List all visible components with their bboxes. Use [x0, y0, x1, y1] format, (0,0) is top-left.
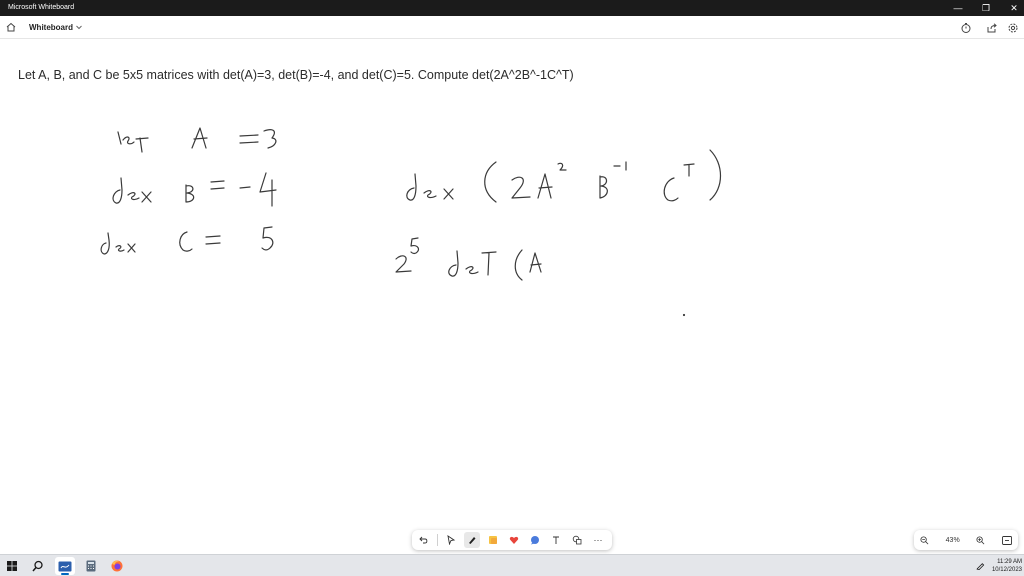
restore-icon: ❐: [981, 2, 991, 13]
ink-line-det-expression: [406, 149, 722, 203]
chevron-down-icon[interactable]: [75, 23, 83, 31]
minimize-button[interactable]: —: [944, 0, 972, 16]
board-name[interactable]: Whiteboard: [29, 23, 73, 32]
firefox-icon: [111, 560, 123, 572]
windows-start-icon: [7, 561, 17, 571]
pen-tool[interactable]: [464, 532, 480, 548]
pen-icon: [469, 537, 476, 544]
ink-line-working: [395, 237, 542, 281]
taskbar-calculator[interactable]: [81, 557, 101, 575]
timer-icon[interactable]: [960, 22, 972, 34]
more-icon: ···: [593, 535, 603, 545]
select-icon: [447, 535, 456, 545]
chat-icon: [531, 536, 539, 545]
minimize-icon: —: [953, 3, 963, 13]
zoom-out-icon[interactable]: [920, 535, 929, 545]
select-tool[interactable]: [443, 532, 459, 548]
taskbar-whiteboard[interactable]: [55, 557, 75, 575]
drawing-toolbar: ···: [412, 530, 612, 550]
clock-date: 10/12/2023: [991, 567, 1022, 573]
undo-button[interactable]: [416, 532, 432, 548]
shapes-icon: [572, 535, 582, 545]
ink-line-det-c: [100, 226, 274, 255]
ink-dot: [682, 313, 686, 317]
comment-tool[interactable]: [527, 532, 543, 548]
fit-to-screen-icon[interactable]: [1002, 535, 1012, 545]
whiteboard-canvas[interactable]: Let A, B, and C be 5x5 matrices with det…: [0, 40, 1024, 554]
calculator-icon: [86, 560, 96, 572]
share-icon[interactable]: [986, 22, 998, 34]
text-icon: [553, 536, 559, 544]
close-icon: ✕: [1010, 2, 1018, 13]
start-button[interactable]: [2, 557, 22, 575]
zoom-control: 43%: [914, 530, 1018, 550]
maximize-button[interactable]: ❐: [972, 0, 1000, 16]
title-bar: Microsoft Whiteboard — ❐ ✕: [0, 0, 1024, 16]
ink-line-det-b: [112, 172, 277, 207]
ink-line-let-a: [117, 127, 277, 153]
zoom-level[interactable]: 43%: [946, 537, 960, 544]
zoom-in-icon[interactable]: [976, 535, 985, 545]
shapes-tool[interactable]: [569, 532, 585, 548]
taskbar: 11:29 AM 10/12/2023: [0, 554, 1024, 576]
handwriting-ink[interactable]: [0, 40, 1024, 554]
search-icon: [32, 560, 43, 572]
clock-time: 11:29 AM: [997, 559, 1022, 565]
undo-icon: [419, 536, 428, 544]
reactions-tool[interactable]: [506, 532, 522, 548]
close-button[interactable]: ✕: [1000, 0, 1024, 16]
sticky-note-tool[interactable]: [485, 532, 501, 548]
app-header: Whiteboard: [0, 16, 1024, 39]
settings-icon[interactable]: [1007, 22, 1019, 34]
taskbar-firefox[interactable]: [107, 557, 127, 575]
window-title: Microsoft Whiteboard: [8, 4, 75, 11]
heart-icon: [509, 536, 519, 544]
text-tool[interactable]: [548, 532, 564, 548]
system-clock[interactable]: 11:29 AM 10/12/2023: [986, 558, 1022, 574]
whiteboard-app-icon: [58, 561, 72, 571]
home-icon[interactable]: [5, 21, 17, 33]
pen-menu-icon[interactable]: [976, 561, 985, 570]
toolbar-divider: [437, 534, 438, 546]
more-tools-button[interactable]: ···: [590, 532, 606, 548]
taskbar-search-button[interactable]: [28, 557, 48, 575]
sticky-note-icon: [489, 536, 497, 544]
